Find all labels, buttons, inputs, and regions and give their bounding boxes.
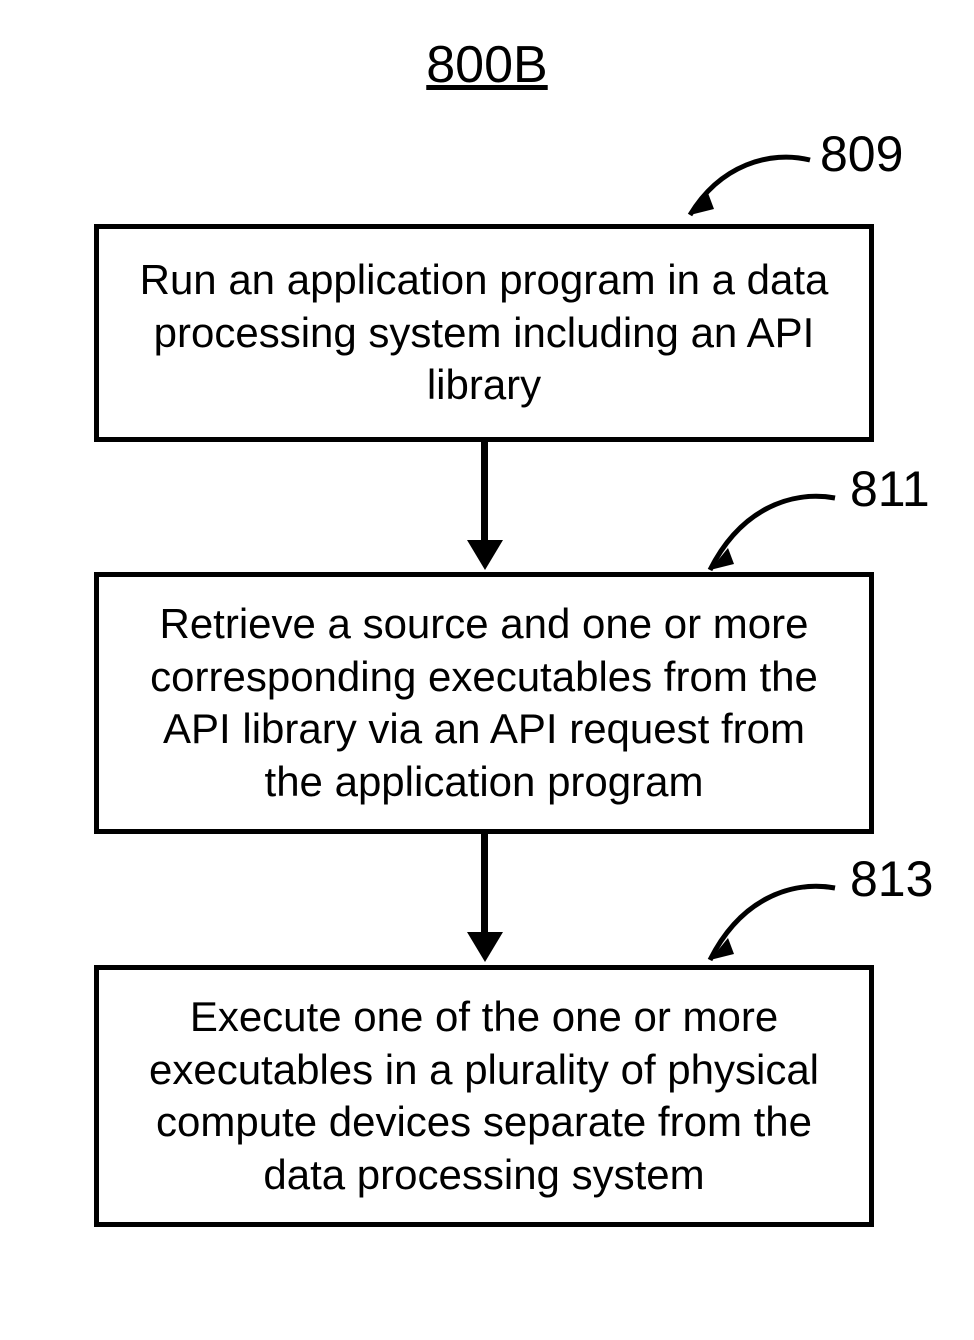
flowchart-canvas: 800B 809 Run an application program in a…	[0, 0, 974, 1340]
step-813-label: 813	[850, 850, 933, 908]
step-809-text: Run an application program in a data pro…	[129, 254, 839, 412]
arrow-811-to-813-icon	[481, 834, 488, 934]
step-809-box: Run an application program in a data pro…	[94, 224, 874, 442]
arrow-809-to-811-head-icon	[467, 540, 503, 570]
step-813-text: Execute one of the one or more executabl…	[129, 991, 839, 1201]
callout-811-icon	[700, 470, 860, 580]
step-809-label: 809	[820, 125, 903, 183]
step-813-box: Execute one of the one or more executabl…	[94, 965, 874, 1227]
step-811-box: Retrieve a source and one or more corres…	[94, 572, 874, 834]
diagram-title: 800B	[0, 35, 974, 95]
callout-809-icon	[680, 135, 840, 225]
callout-813-icon	[700, 860, 860, 970]
step-811-text: Retrieve a source and one or more corres…	[129, 598, 839, 808]
arrow-811-to-813-head-icon	[467, 932, 503, 962]
arrow-809-to-811-icon	[481, 442, 488, 542]
step-811-label: 811	[850, 460, 930, 518]
